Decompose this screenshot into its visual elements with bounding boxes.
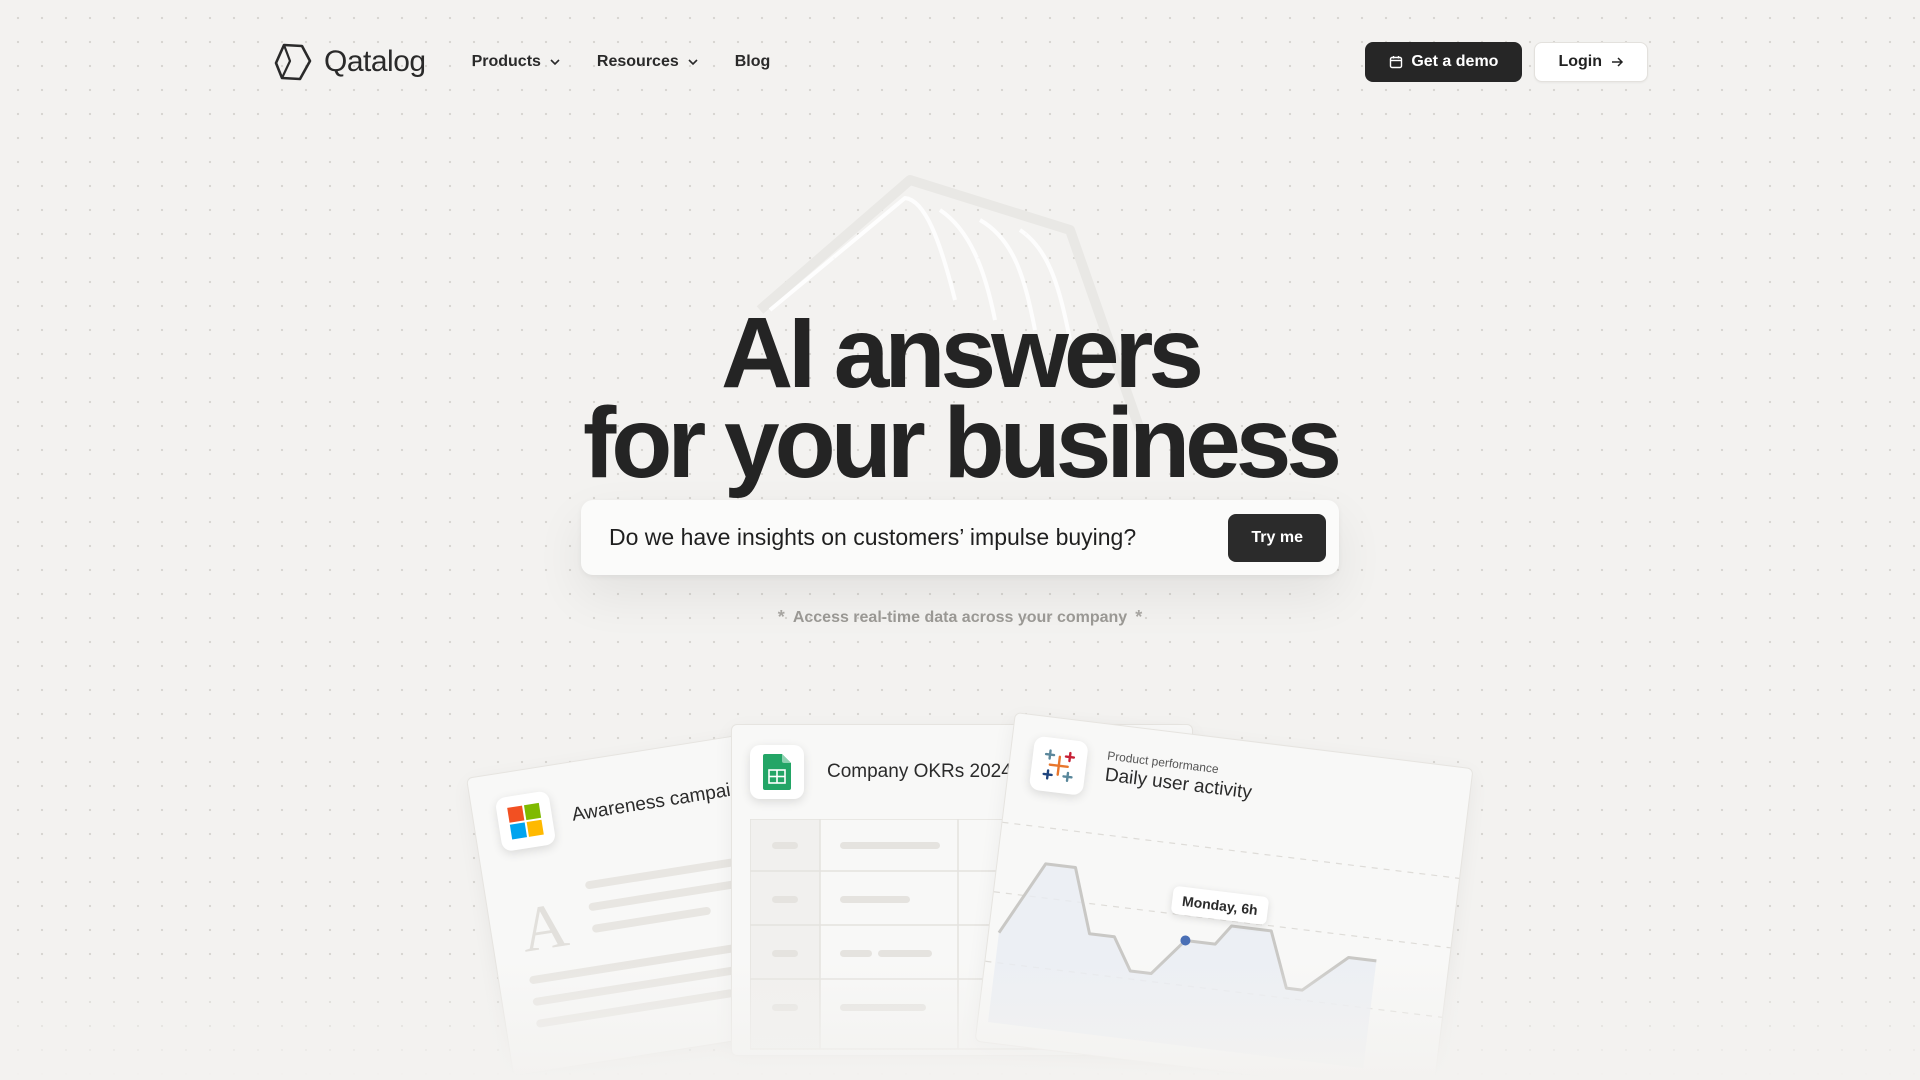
- nav-item-blog[interactable]: Blog: [735, 53, 771, 71]
- asterisk-icon: *: [1135, 607, 1143, 627]
- hero-tagline: * Access real-time data across your comp…: [0, 607, 1920, 628]
- card-title: Company OKRs 2024: [827, 761, 1012, 782]
- brand-name: Qatalog: [324, 45, 426, 78]
- tableau-icon: [1028, 735, 1089, 796]
- header-actions: Get a demo Login: [1365, 42, 1648, 82]
- svg-text:A: A: [516, 888, 573, 965]
- try-me-button[interactable]: Try me: [1228, 513, 1326, 562]
- get-demo-label: Get a demo: [1411, 53, 1499, 70]
- main-nav: Products Resources Blog: [472, 53, 771, 71]
- site-header: Qatalog Products Resources Blog Get a de…: [272, 38, 1648, 86]
- ai-question-box[interactable]: Do we have insights on customers’ impuls…: [581, 500, 1339, 575]
- brand-logo[interactable]: Qatalog: [272, 41, 426, 83]
- headline-line-2: for your business: [582, 387, 1342, 499]
- google-sheets-icon: [750, 745, 804, 799]
- calendar-icon: [1390, 56, 1403, 69]
- chevron-down-icon: [550, 59, 560, 66]
- asterisk-icon: *: [777, 607, 785, 627]
- get-demo-button[interactable]: Get a demo: [1365, 42, 1523, 82]
- card-title: Awareness campaign: [570, 776, 753, 826]
- arrow-right-icon: [1612, 57, 1624, 67]
- nav-item-resources[interactable]: Resources: [597, 53, 699, 71]
- nav-item-products[interactable]: Products: [472, 53, 561, 71]
- microsoft-icon: [494, 790, 557, 853]
- nav-item-label: Products: [471, 53, 541, 70]
- chevron-down-icon: [688, 59, 698, 66]
- nav-item-label: Blog: [734, 53, 771, 70]
- nav-item-label: Resources: [596, 53, 679, 70]
- landing-page: Qatalog Products Resources Blog Get a de…: [0, 0, 1920, 1080]
- example-question: Do we have insights on customers’ impuls…: [609, 524, 1137, 550]
- tagline-text: Access real-time data across your compan…: [792, 608, 1128, 626]
- activity-line-chart: [985, 821, 1460, 1069]
- integration-cards: Awareness campaign A Company OKRs 2024 P…: [0, 700, 1920, 1080]
- daily-user-activity-card: Product performance Daily user activity …: [974, 712, 1474, 1080]
- login-label: Login: [1558, 53, 1602, 70]
- qatalog-logo-icon: [274, 43, 312, 81]
- hero-headline: AI answers for your business: [0, 297, 1920, 499]
- login-button[interactable]: Login: [1534, 42, 1648, 82]
- headline-line-1: AI answers: [720, 297, 1204, 409]
